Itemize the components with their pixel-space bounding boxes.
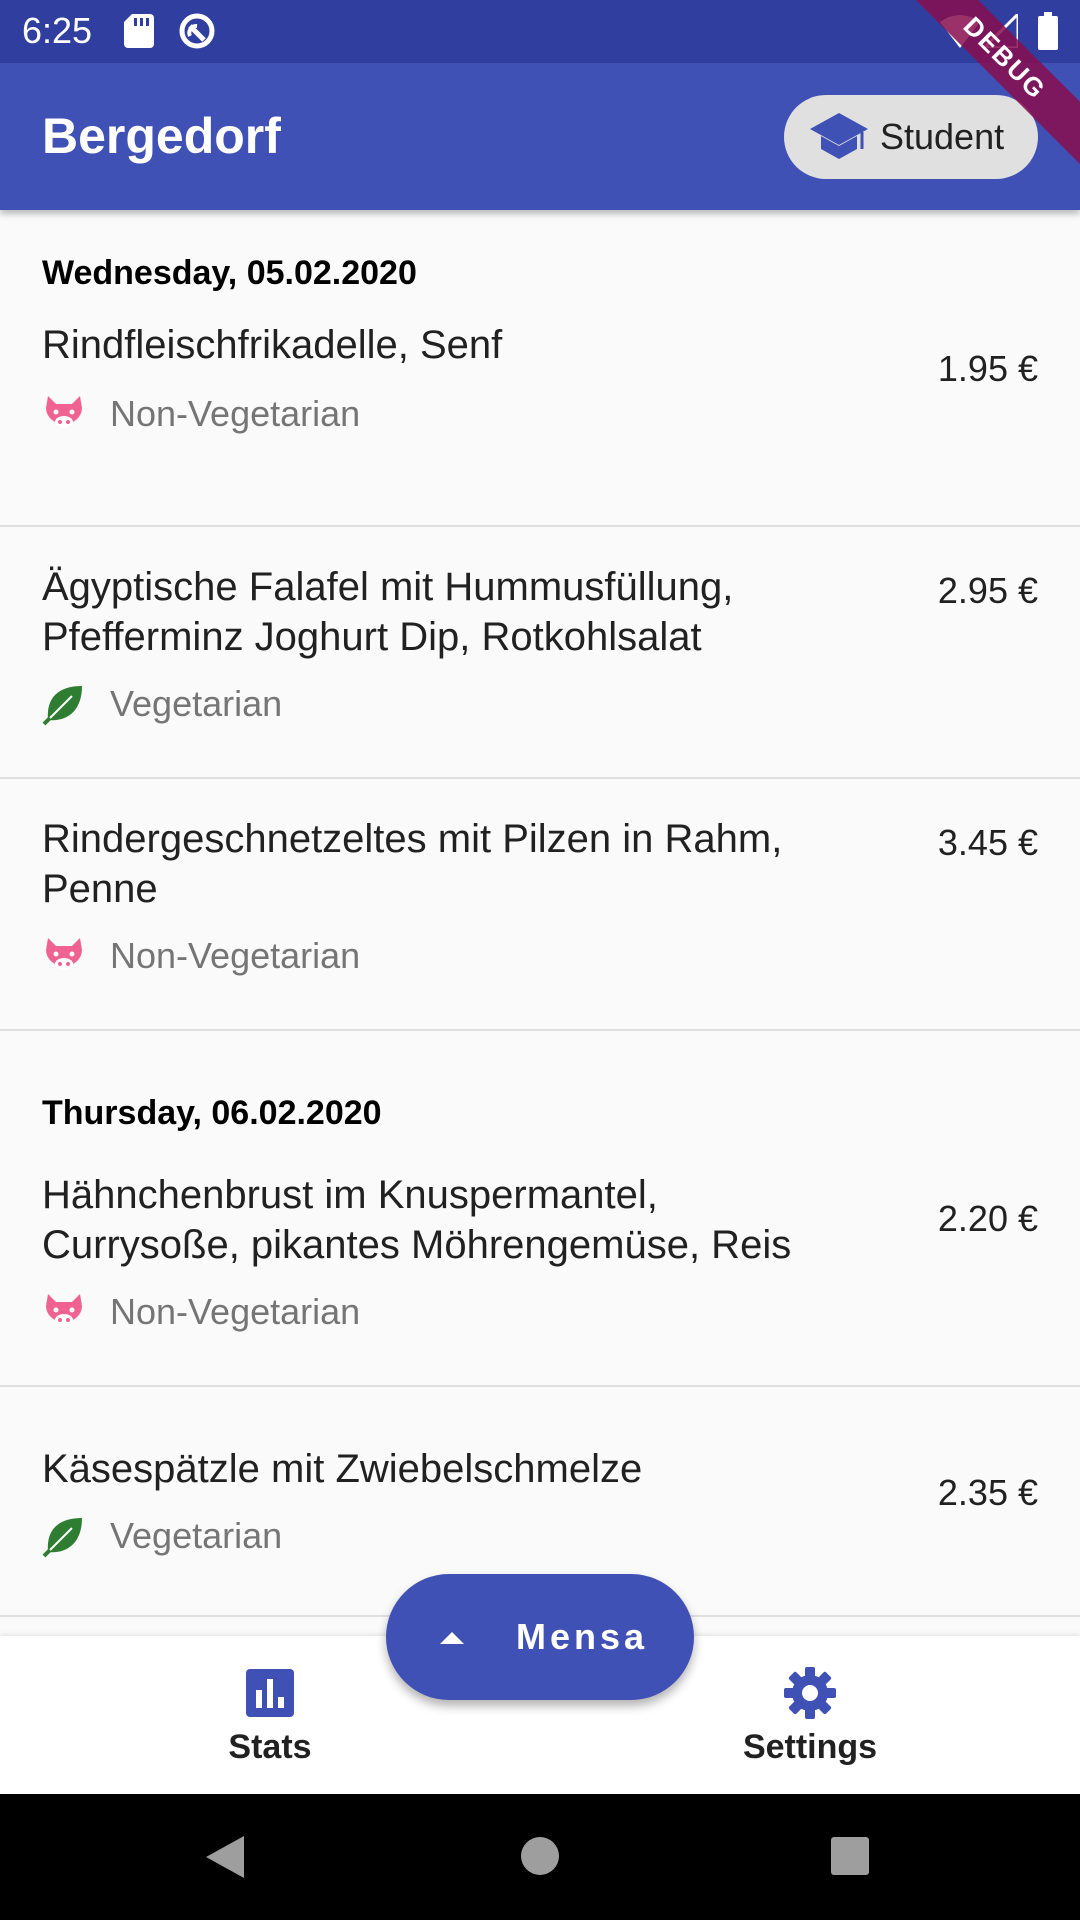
nav-stats-label: Stats: [228, 1728, 312, 1766]
divider: [0, 525, 1080, 527]
meal-tag-label: Non-Vegetarian: [110, 935, 361, 976]
divider: [0, 1029, 1080, 1031]
nav-settings-label: Settings: [742, 1728, 878, 1766]
meal-row[interactable]: Käsespätzle mit Zwiebelschmelze 2.35 € V…: [0, 1444, 1080, 1594]
meal-row[interactable]: Rindfleischfrikadelle, Senf 1.95 € Non-V…: [0, 320, 1080, 496]
meal-tag: Vegetarian: [42, 682, 282, 726]
screen: 6:25 Bergedorf Student DEBUG Wednesday, …: [0, 0, 1080, 1920]
meal-name: Hähnchenbrust im Knuspermantel, Currysoß…: [42, 1173, 792, 1267]
meal-row[interactable]: Ägyptische Falafel mit Hummusfüllung, Pf…: [0, 562, 1080, 762]
meal-price: 2.95 €: [937, 570, 1038, 611]
nav-stats[interactable]: Stats: [170, 1666, 370, 1767]
meal-price: 1.95 €: [937, 348, 1038, 389]
fab-label: Mensa: [515, 1616, 649, 1657]
sync-icon: [179, 13, 215, 49]
meal-tag: Non-Vegetarian: [42, 1290, 360, 1334]
leaf-icon: [42, 1518, 82, 1558]
divider: [0, 1385, 1080, 1387]
bar-chart-icon: [246, 1669, 294, 1717]
mensa-fab-button[interactable]: Mensa: [386, 1574, 694, 1700]
student-chip-label: Student: [880, 116, 1005, 157]
meal-tag-label: Non-Vegetarian: [110, 393, 361, 434]
student-chip[interactable]: Student: [784, 95, 1038, 179]
meal-tag: Vegetarian: [42, 1514, 282, 1558]
meal-tag: Non-Vegetarian: [42, 934, 360, 978]
pig-icon: [46, 1294, 82, 1326]
home-icon[interactable]: [520, 1836, 560, 1876]
meal-name: Ägyptische Falafel mit Hummusfüllung, Pf…: [42, 565, 734, 659]
meal-row[interactable]: Hähnchenbrust im Knuspermantel, Currysoß…: [0, 1170, 1080, 1370]
app-bar: Bergedorf Student: [0, 63, 1080, 210]
nav-settings[interactable]: Settings: [710, 1666, 910, 1767]
meal-name: Käsespätzle mit Zwiebelschmelze: [42, 1447, 643, 1491]
meal-tag-label: Vegetarian: [110, 683, 283, 724]
divider: [0, 777, 1080, 779]
page-title: Bergedorf: [42, 108, 281, 164]
meal-tag-label: Vegetarian: [110, 1515, 283, 1556]
meal-name: Rindfleischfrikadelle, Senf: [42, 323, 503, 367]
meal-tag-label: Non-Vegetarian: [110, 1291, 361, 1332]
meal-tag: Non-Vegetarian: [42, 392, 360, 436]
day-header: Thursday, 06.02.2020: [42, 1094, 382, 1132]
gear-icon: [784, 1667, 836, 1719]
meal-price: 3.45 €: [937, 822, 1038, 863]
pig-icon: [46, 396, 82, 428]
graduation-cap-icon: [810, 113, 868, 159]
leaf-icon: [42, 686, 82, 726]
status-bar: 6:25: [0, 0, 1080, 63]
meal-name: Rindergeschnetzeltes mit Pilzen in Rahm,…: [42, 817, 783, 911]
back-icon[interactable]: [204, 1834, 246, 1880]
recents-icon[interactable]: [830, 1836, 870, 1876]
battery-icon: [1038, 12, 1058, 50]
meal-price: 2.20 €: [937, 1198, 1038, 1239]
system-navigation-bar: [0, 1794, 1080, 1920]
pig-icon: [46, 938, 82, 970]
sd-card-icon: [124, 14, 154, 48]
meal-price: 2.35 €: [937, 1472, 1038, 1513]
meal-row[interactable]: Rindergeschnetzeltes mit Pilzen in Rahm,…: [0, 814, 1080, 1014]
arrow-up-icon: [439, 1632, 464, 1644]
status-time: 6:25: [22, 10, 93, 51]
day-header: Wednesday, 05.02.2020: [42, 254, 417, 292]
